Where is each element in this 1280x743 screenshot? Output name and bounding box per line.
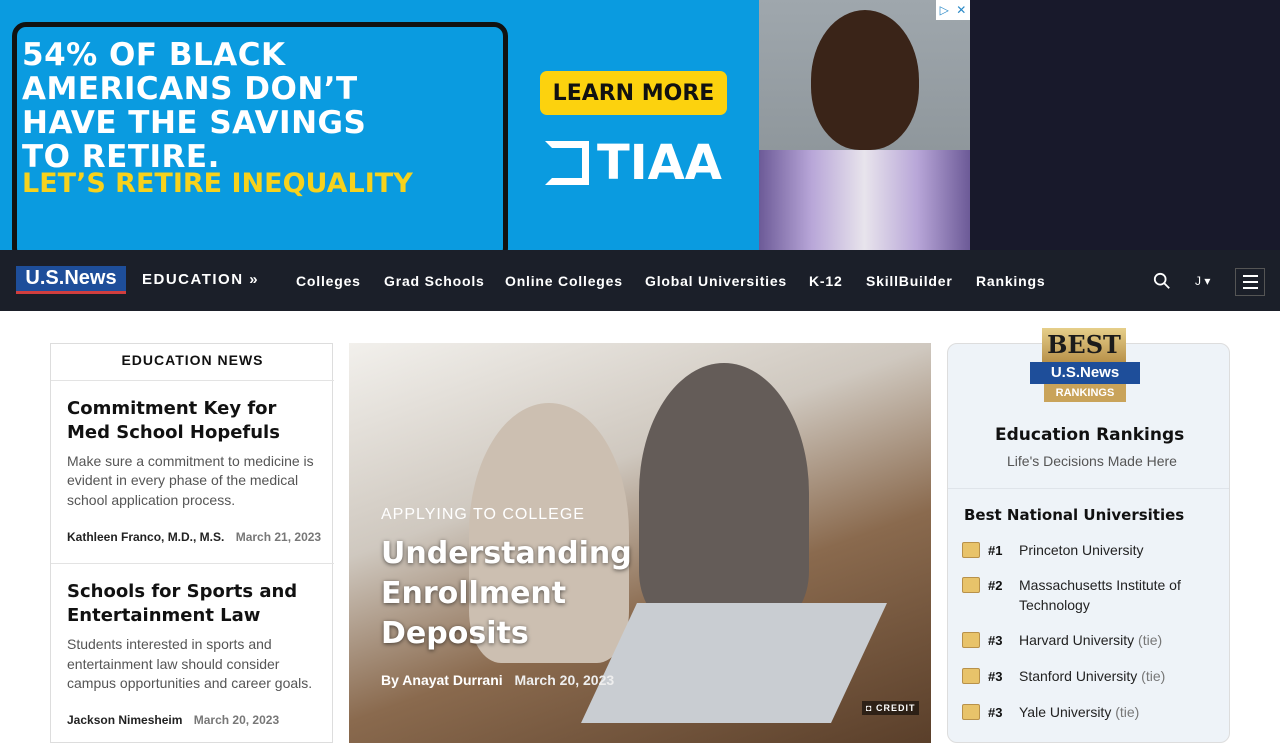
article-summary: Students interested in sports and bbox=[67, 636, 272, 652]
education-rankings-title[interactable]: Education Rankings bbox=[995, 425, 1184, 445]
article-date: March 21, 2023 bbox=[235, 530, 322, 544]
school-icon bbox=[962, 668, 980, 684]
ad-brand-name: TIAA bbox=[597, 135, 722, 191]
school-name-text: Yale University bbox=[1019, 704, 1112, 720]
school-icon bbox=[962, 542, 980, 558]
menu-icon-bar bbox=[1242, 287, 1258, 289]
hero-headline[interactable]: Enrollment bbox=[381, 574, 566, 614]
ad-headline-line: AMERICANS DON’T bbox=[22, 71, 358, 107]
hero-headline[interactable]: Understanding bbox=[381, 534, 632, 574]
tiaa-logo-icon bbox=[545, 141, 589, 185]
article-byline: Jackson Nimesheim March 20, 2023 bbox=[67, 713, 279, 727]
menu-icon-bar bbox=[1242, 281, 1258, 283]
hero-category[interactable]: APPLYING TO COLLEGE bbox=[381, 506, 585, 524]
user-initial: J bbox=[1195, 274, 1201, 288]
divider bbox=[948, 488, 1229, 489]
article-headline[interactable]: Entertainment Law bbox=[67, 604, 260, 628]
school-name-text: Massachusetts Institute of Technology bbox=[1019, 577, 1181, 613]
school-name-text: Harvard University bbox=[1019, 632, 1135, 648]
education-rankings-subtitle: Life's Decisions Made Here bbox=[1007, 453, 1177, 469]
article-date: March 20, 2023 bbox=[193, 713, 280, 727]
nav-link-grad-schools[interactable]: Grad Schools bbox=[384, 273, 485, 289]
badge-usnews-text: U.S.News bbox=[1030, 362, 1140, 384]
divider bbox=[51, 380, 334, 381]
school-icon bbox=[962, 577, 980, 593]
tie-label: (tie) bbox=[1115, 704, 1140, 720]
hero-byline: By Anayat Durrani March 20, 2023 bbox=[381, 672, 614, 688]
ad-close-icon[interactable]: ✕ bbox=[956, 3, 966, 17]
hamburger-menu-button[interactable] bbox=[1235, 268, 1265, 296]
tie-label: (tie) bbox=[1141, 668, 1166, 684]
rank-number: #3 bbox=[988, 705, 1003, 720]
rank-number: #3 bbox=[988, 669, 1003, 684]
credit-label: CREDIT bbox=[875, 703, 916, 713]
ad-learn-more-button[interactable]: LEARN MORE bbox=[540, 71, 727, 115]
article-summary: school application process. bbox=[67, 492, 236, 508]
article-author[interactable]: Kathleen Franco, M.D., M.S. bbox=[67, 530, 224, 544]
adchoices-badge[interactable]: ▷ ✕ bbox=[936, 0, 970, 20]
article-headline[interactable]: Commitment Key for bbox=[67, 397, 276, 421]
school-name[interactable]: Massachusetts Institute of Technology bbox=[1019, 575, 1209, 615]
education-news-title[interactable]: EDUCATION NEWS bbox=[51, 352, 334, 368]
nav-link-skillbuilder[interactable]: SkillBuilder bbox=[866, 273, 953, 289]
ad-person-shirt bbox=[759, 150, 970, 250]
hero-author[interactable]: Anayat Durrani bbox=[402, 672, 502, 688]
hero-headline[interactable]: Deposits bbox=[381, 614, 529, 654]
chevron-down-icon: ▾ bbox=[1204, 274, 1211, 288]
tie-label: (tie) bbox=[1138, 632, 1163, 648]
article-byline: Kathleen Franco, M.D., M.S. March 21, 20… bbox=[67, 530, 321, 544]
nav-link-global-universities[interactable]: Global Universities bbox=[645, 273, 787, 289]
article-headline[interactable]: Med School Hopefuls bbox=[67, 421, 280, 445]
menu-icon-bar bbox=[1242, 275, 1258, 277]
ad-person-face bbox=[811, 10, 919, 150]
school-icon bbox=[962, 632, 980, 648]
school-icon bbox=[962, 704, 980, 720]
usnews-logo[interactable]: U.S.News bbox=[16, 266, 126, 294]
article-summary: entertainment law should consider bbox=[67, 656, 280, 672]
search-icon[interactable] bbox=[1153, 272, 1171, 290]
rank-number: #1 bbox=[988, 543, 1003, 558]
hero-date: March 20, 2023 bbox=[514, 672, 615, 688]
rank-number: #3 bbox=[988, 633, 1003, 648]
hero-by-label: By bbox=[381, 672, 399, 688]
ad-creative[interactable]: 54% OF BLACK AMERICANS DON’T HAVE THE SA… bbox=[0, 0, 760, 262]
ad-photo bbox=[759, 0, 970, 250]
education-news-panel: EDUCATION NEWS Commitment Key for Med Sc… bbox=[50, 343, 334, 743]
ad-brand-logo[interactable]: TIAA bbox=[545, 135, 727, 191]
ad-headline-line: HAVE THE SAVINGS bbox=[22, 105, 367, 141]
school-name[interactable]: Yale University (tie) bbox=[1019, 702, 1209, 722]
ad-banner[interactable]: 54% OF BLACK AMERICANS DON’T HAVE THE SA… bbox=[0, 0, 1280, 262]
best-national-universities-link[interactable]: Best National Universities bbox=[964, 506, 1184, 524]
nav-link-colleges[interactable]: Colleges bbox=[296, 273, 361, 289]
rank-number: #2 bbox=[988, 578, 1003, 593]
education-section-link[interactable]: EDUCATION » bbox=[142, 271, 259, 288]
article-summary: campus opportunities and career goals. bbox=[67, 675, 313, 691]
article-summary: evident in every phase of the medical bbox=[67, 472, 299, 488]
ad-headline-line: 54% OF BLACK bbox=[22, 37, 286, 73]
image-credit-button[interactable]: ◘ CREDIT bbox=[862, 701, 920, 715]
nav-link-online-colleges[interactable]: Online Colleges bbox=[505, 273, 623, 289]
school-name-text: Princeton University bbox=[1019, 542, 1144, 558]
user-menu[interactable]: J ▾ bbox=[1195, 274, 1210, 288]
article-headline[interactable]: Schools for Sports and bbox=[67, 580, 297, 604]
article-summary: Make sure a commitment to medicine is bbox=[67, 453, 314, 469]
badge-rankings-text: RANKINGS bbox=[1044, 384, 1126, 402]
adchoices-icon[interactable]: ▷ bbox=[940, 3, 949, 17]
nav-link-k12[interactable]: K-12 bbox=[809, 273, 843, 289]
best-rankings-badge[interactable]: BEST U.S.News RANKINGS bbox=[1030, 328, 1140, 414]
school-name-text: Stanford University bbox=[1019, 668, 1138, 684]
badge-best-text: BEST bbox=[1042, 328, 1126, 362]
article-author[interactable]: Jackson Nimesheim bbox=[67, 713, 182, 727]
camera-icon: ◘ bbox=[866, 703, 873, 713]
school-name[interactable]: Stanford University (tie) bbox=[1019, 666, 1209, 686]
school-name[interactable]: Harvard University (tie) bbox=[1019, 630, 1209, 650]
ad-tagline: LET’S RETIRE INEQUALITY bbox=[22, 168, 413, 199]
divider bbox=[51, 563, 334, 564]
hero-person bbox=[639, 363, 809, 623]
school-name[interactable]: Princeton University bbox=[1019, 540, 1209, 560]
nav-link-rankings[interactable]: Rankings bbox=[976, 273, 1045, 289]
